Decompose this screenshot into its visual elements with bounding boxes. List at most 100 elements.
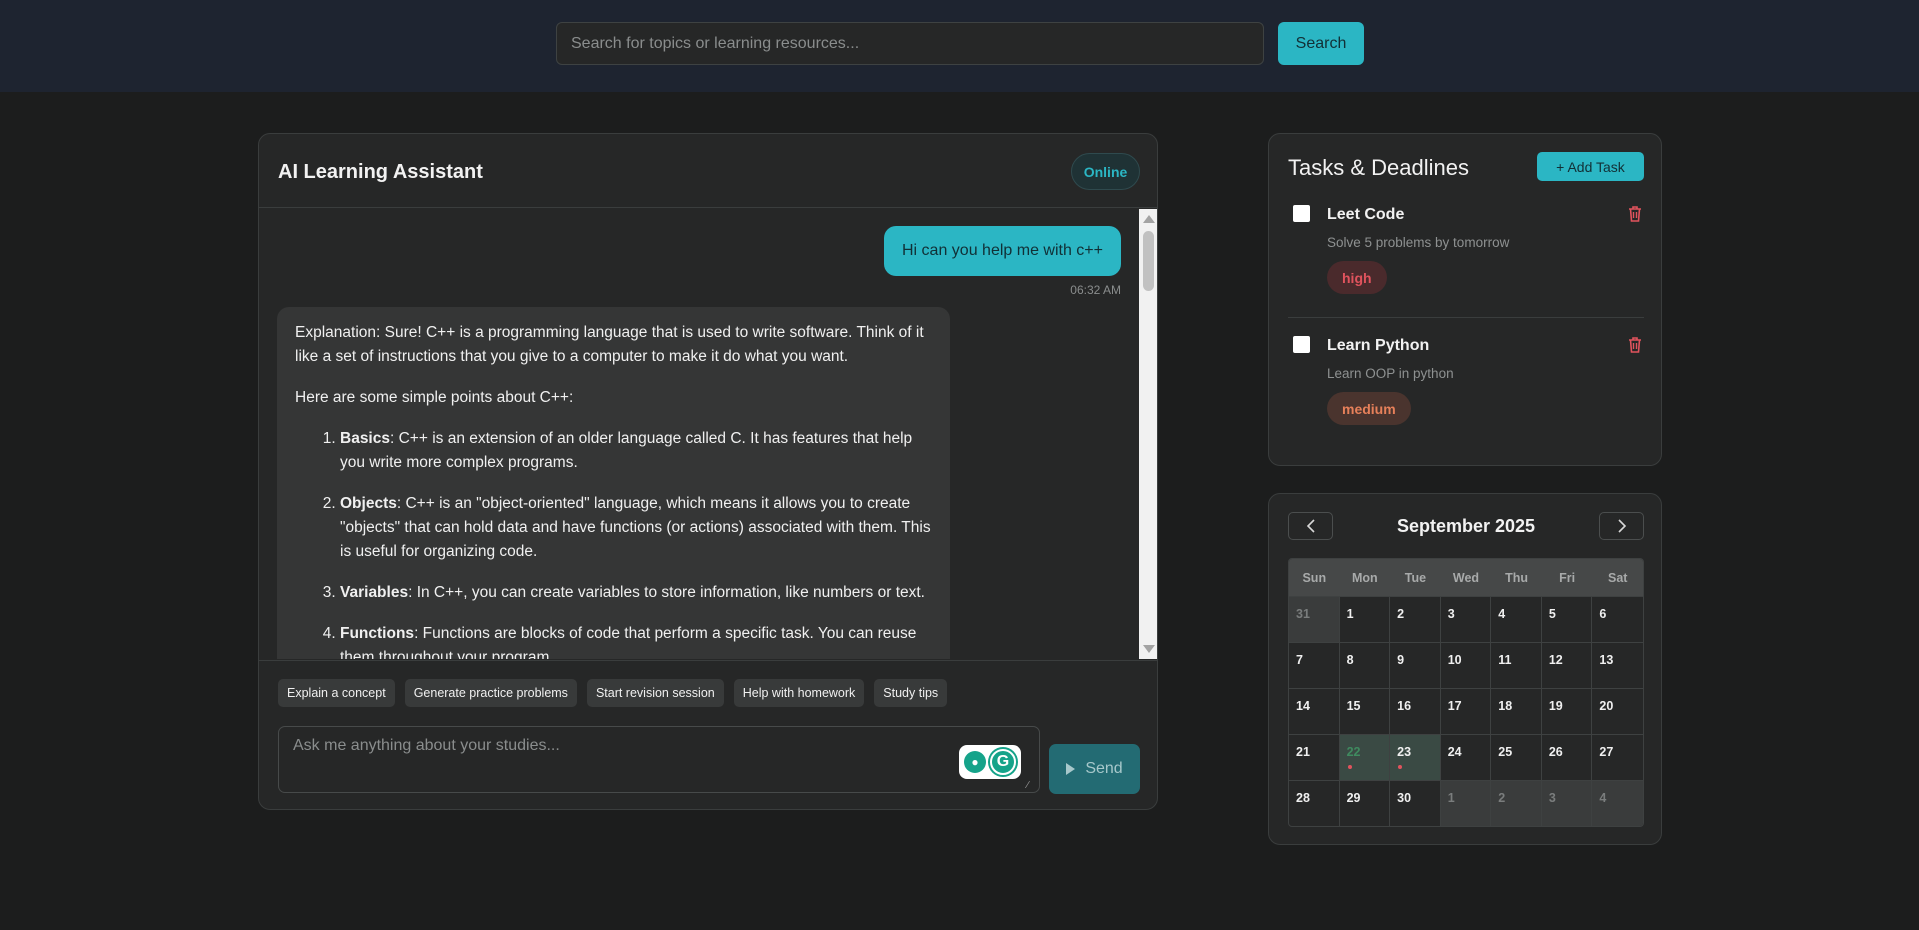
calendar-day-number: 22: [1346, 745, 1361, 759]
resize-handle-icon[interactable]: ∕: [1027, 781, 1037, 791]
calendar-day[interactable]: 3: [1541, 780, 1593, 826]
search-button[interactable]: Search: [1278, 22, 1364, 65]
calendar-day[interactable]: 13: [1592, 642, 1643, 688]
list-item: Functions: Functions are blocks of code …: [340, 622, 932, 659]
calendar-day-number: 30: [1397, 791, 1412, 805]
calendar-day[interactable]: 25: [1491, 734, 1542, 780]
calendar-day[interactable]: 3: [1440, 596, 1492, 642]
tasks-panel: Tasks & Deadlines + Add Task Leet Code S…: [1268, 133, 1662, 466]
calendar-day-number: 28: [1296, 791, 1310, 805]
calendar-day[interactable]: 10: [1440, 642, 1492, 688]
trash-icon[interactable]: [1627, 205, 1643, 223]
calendar-day[interactable]: 29: [1339, 780, 1391, 826]
point-term: Basics: [340, 430, 390, 447]
calendar-day[interactable]: 9: [1390, 642, 1441, 688]
calendar-day-number: 17: [1447, 699, 1462, 713]
grammarly-widget[interactable]: ● G: [959, 745, 1021, 779]
calendar-weekday: Fri: [1541, 559, 1593, 596]
calendar-day-number: 21: [1296, 745, 1310, 759]
calendar-day[interactable]: 20: [1592, 688, 1643, 734]
calendar-next-button[interactable]: [1599, 512, 1644, 540]
calendar-day[interactable]: 1: [1339, 596, 1391, 642]
chat-input[interactable]: [278, 726, 1040, 793]
calendar-day-number: 1: [1346, 607, 1354, 621]
calendar-day-number: 19: [1548, 699, 1563, 713]
scroll-up-icon[interactable]: [1143, 215, 1155, 223]
calendar-day-number: 3: [1447, 607, 1455, 621]
calendar-day[interactable]: 2: [1491, 780, 1542, 826]
calendar-day[interactable]: 30: [1390, 780, 1441, 826]
quick-action-homework[interactable]: Help with homework: [733, 679, 865, 707]
grammarly-icon[interactable]: G: [990, 749, 1016, 775]
calendar-day[interactable]: 15: [1339, 688, 1391, 734]
trash-icon[interactable]: [1627, 336, 1643, 354]
calendar-day[interactable]: 7: [1289, 642, 1340, 688]
calendar-day-number: 25: [1498, 745, 1513, 759]
calendar-day[interactable]: 18: [1491, 688, 1542, 734]
calendar-panel: September 2025 Sun Mon Tue Wed Thu Fri Sat 31 1 2…: [1268, 493, 1662, 845]
calendar-day-number: 14: [1296, 699, 1310, 713]
add-task-button[interactable]: + Add Task: [1537, 152, 1644, 181]
calendar-day-number: 5: [1548, 607, 1556, 621]
quick-action-revision[interactable]: Start revision session: [586, 679, 724, 707]
calendar-weekday: Sun: [1289, 559, 1340, 596]
calendar-day[interactable]: 4: [1592, 780, 1643, 826]
calendar-day-number: 11: [1498, 653, 1512, 667]
calendar-day-number: 27: [1599, 745, 1614, 759]
calendar-weekday: Mon: [1339, 559, 1391, 596]
quick-action-explain[interactable]: Explain a concept: [278, 679, 395, 707]
calendar-day[interactable]: 27: [1592, 734, 1643, 780]
calendar-day[interactable]: 1: [1440, 780, 1492, 826]
calendar-day-number: 2: [1498, 791, 1506, 805]
calendar-day[interactable]: 8: [1339, 642, 1391, 688]
task-checkbox[interactable]: [1293, 205, 1310, 222]
calendar-day-number: 13: [1599, 653, 1614, 667]
calendar-day[interactable]: 24: [1440, 734, 1492, 780]
point-term: Variables: [340, 584, 409, 601]
chat-header: AI Learning Assistant Online: [259, 134, 1157, 208]
calendar-day[interactable]: 12: [1541, 642, 1593, 688]
list-item: Variables: In C++, you can create variab…: [340, 581, 932, 605]
chat-panel: AI Learning Assistant Online Hi can you …: [258, 133, 1158, 810]
calendar-weekday: Wed: [1440, 559, 1492, 596]
calendar-day[interactable]: 31: [1289, 596, 1340, 642]
calendar-day-number: 10: [1447, 653, 1462, 667]
calendar-day[interactable]: 22: [1339, 734, 1391, 780]
calendar-day[interactable]: 28: [1289, 780, 1340, 826]
calendar-day[interactable]: 26: [1541, 734, 1593, 780]
calendar-day[interactable]: 19: [1541, 688, 1593, 734]
calendar-day-number: 16: [1397, 699, 1412, 713]
message-scrollbar[interactable]: [1139, 209, 1157, 659]
send-button[interactable]: Send: [1049, 744, 1140, 794]
calendar-day[interactable]: 23: [1390, 734, 1441, 780]
scroll-thumb[interactable]: [1143, 231, 1154, 291]
calendar-day[interactable]: 4: [1491, 596, 1542, 642]
calendar-day[interactable]: 6: [1592, 596, 1643, 642]
point-text: : C++ is an extension of an older langua…: [340, 430, 913, 471]
user-message: Hi can you help me with c++: [884, 226, 1121, 276]
calendar-prev-button[interactable]: [1288, 512, 1333, 540]
calendar-day-number: 15: [1346, 699, 1361, 713]
scroll-down-icon[interactable]: [1143, 645, 1155, 653]
calendar-day[interactable]: 11: [1491, 642, 1542, 688]
quick-action-practice[interactable]: Generate practice problems: [404, 679, 577, 707]
calendar-day-number: 8: [1346, 653, 1354, 667]
quick-action-study-tips[interactable]: Study tips: [874, 679, 948, 707]
calendar-day[interactable]: 16: [1390, 688, 1441, 734]
calendar-day[interactable]: 17: [1440, 688, 1492, 734]
calendar-day[interactable]: 21: [1289, 734, 1340, 780]
calendar-day[interactable]: 2: [1390, 596, 1441, 642]
bulb-icon[interactable]: ●: [964, 751, 986, 773]
calendar-day-number: 4: [1599, 791, 1607, 805]
calendar-day[interactable]: 14: [1289, 688, 1340, 734]
top-bar: Search: [0, 0, 1919, 92]
calendar-weekday: Thu: [1491, 559, 1542, 596]
search-input[interactable]: [556, 22, 1264, 65]
send-label: Send: [1085, 760, 1123, 777]
calendar-day[interactable]: 5: [1541, 596, 1593, 642]
priority-badge: medium: [1327, 392, 1411, 425]
quick-actions: Explain a concept Generate practice prob…: [278, 679, 948, 707]
task-checkbox[interactable]: [1293, 336, 1310, 353]
ai-intro: Explanation: Sure! C++ is a programming …: [295, 324, 924, 365]
list-item: Objects: C++ is an "object-oriented" lan…: [340, 492, 932, 564]
